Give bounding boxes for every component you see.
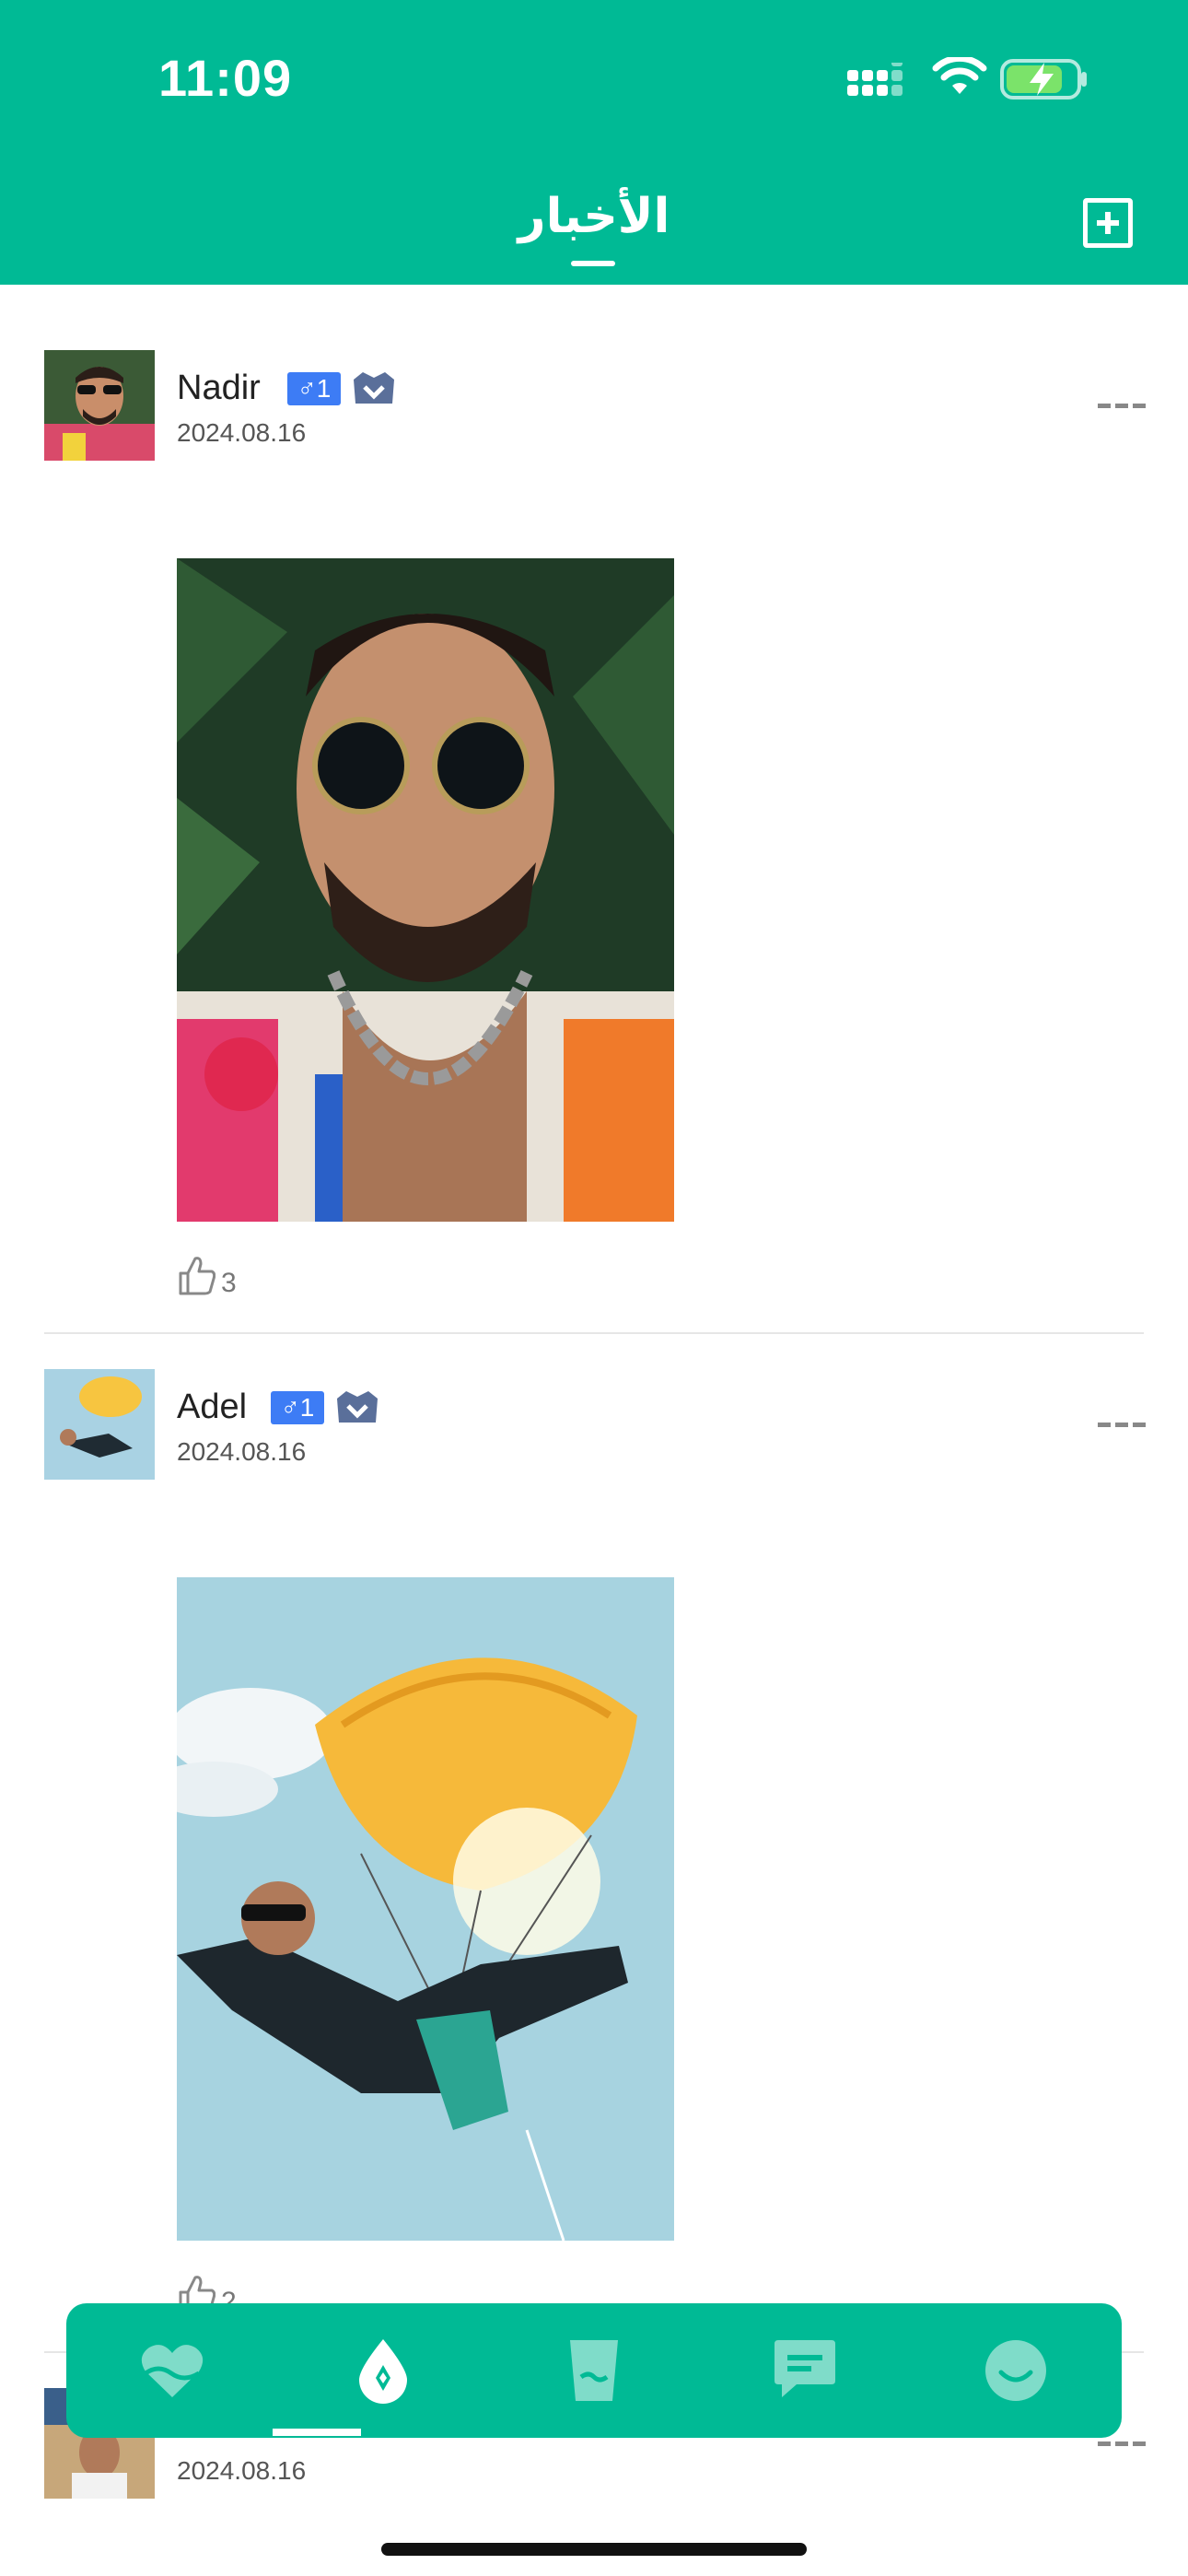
heart-icon (141, 2345, 203, 2397)
vip-crown-icon (354, 372, 394, 404)
cellular-signal-icon (847, 63, 903, 96)
home-indicator[interactable] (381, 2543, 807, 2556)
bottom-tab-bar (66, 2303, 1122, 2438)
portrait-photo (177, 558, 674, 1222)
like-thumbs-up-icon[interactable] (177, 1255, 215, 1295)
gender-badge: ♂1 (271, 1391, 324, 1424)
status-time: 11:09 (158, 49, 293, 107)
post-divider (44, 1332, 1144, 1334)
avatar[interactable] (44, 1369, 155, 1480)
post-date: 2024.08.16 (177, 1437, 307, 1466)
message-icon (774, 2340, 835, 2397)
parasail-photo (177, 1577, 674, 2241)
post-image[interactable] (177, 1577, 674, 2241)
vip-crown-icon (337, 1391, 378, 1423)
like-count: 3 (221, 1268, 237, 1298)
tab-drinks[interactable] (488, 2303, 699, 2438)
more-options-icon[interactable] (1098, 2440, 1146, 2449)
more-options-icon[interactable] (1098, 1421, 1146, 1430)
tab-messages[interactable] (699, 2303, 910, 2438)
avatar[interactable] (44, 350, 155, 461)
add-post-button[interactable] (1083, 198, 1133, 248)
top-header: 11:09 الأخبار (0, 0, 1188, 285)
cup-icon (569, 2340, 618, 2401)
avatar-image (44, 350, 155, 461)
tab-likes[interactable] (66, 2303, 277, 2438)
user-name[interactable]: Adel (177, 1388, 247, 1427)
avatar-image (44, 1369, 155, 1480)
smile-icon (984, 2340, 1046, 2401)
title-underline (571, 261, 615, 266)
user-name[interactable]: Nadir (177, 369, 261, 408)
page-title: الأخبار (518, 190, 670, 243)
tab-profile[interactable] (910, 2303, 1121, 2438)
wifi-icon (932, 57, 987, 94)
drop-icon (358, 2339, 407, 2404)
post-date: 2024.08.16 (177, 2456, 307, 2485)
post-image[interactable] (177, 558, 674, 1222)
gender-badge: ♂1 (287, 372, 341, 405)
active-tab-indicator (273, 2429, 361, 2436)
more-options-icon[interactable] (1098, 402, 1146, 411)
post-date: 2024.08.16 (177, 418, 307, 447)
tab-news[interactable] (277, 2303, 488, 2438)
battery-charging-icon (1000, 59, 1087, 100)
